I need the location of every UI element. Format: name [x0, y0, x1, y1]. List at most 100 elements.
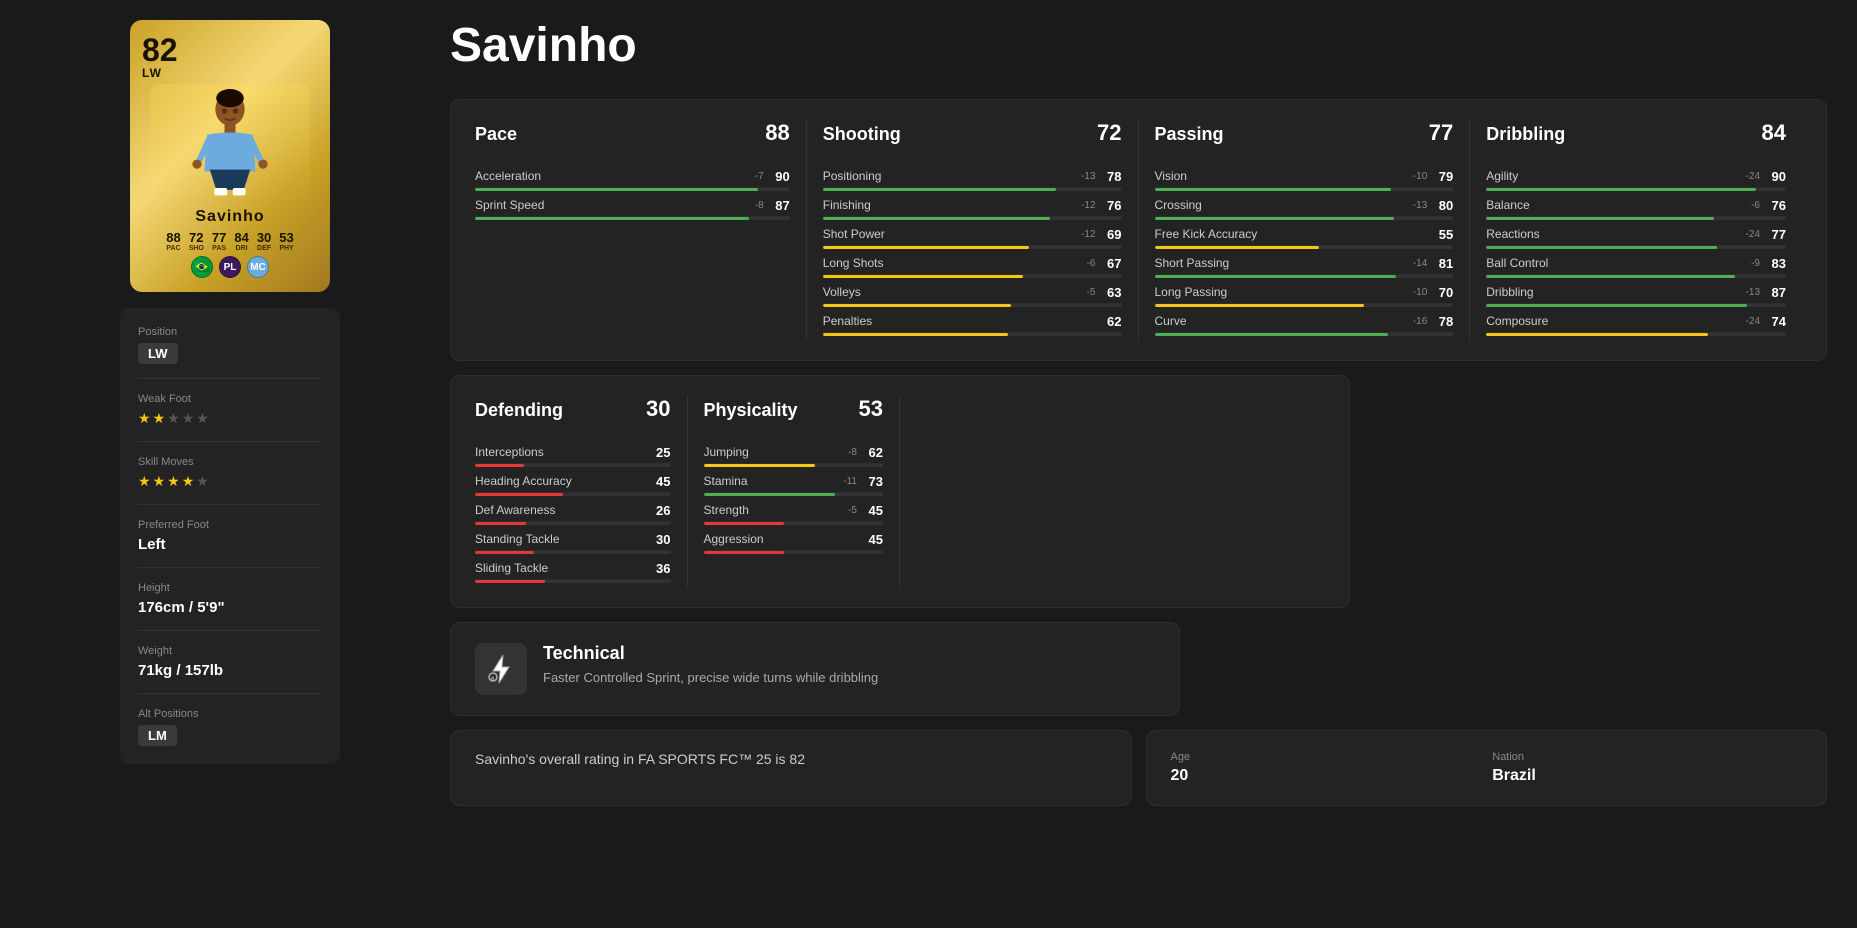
nation-value: Brazil [1492, 767, 1802, 785]
stat-agility: Agility -24 90 [1486, 166, 1786, 191]
weight-label: Weight [138, 645, 322, 657]
stat-volleys: Volleys -5 63 [823, 282, 1122, 307]
category-dribbling: Dribbling 84 Agility -24 90 Balance -6 [1470, 120, 1802, 340]
stat-free-kick-accuracy: Free Kick Accuracy 55 [1155, 224, 1454, 249]
stat-long-passing: Long Passing -10 70 [1155, 282, 1454, 307]
player-info-panel: Position LW Weak Foot ★ ★ ★ ★ ★ Skill Mo… [120, 308, 340, 764]
skill-star-1: ★ [138, 473, 151, 490]
height-value: 176cm / 5'9" [138, 599, 322, 616]
star-5: ★ [196, 410, 209, 427]
flag-brazil: 🇧🇷 [191, 256, 213, 278]
physicality-rating: 53 [859, 396, 883, 422]
separator-2 [138, 441, 322, 442]
passing-rating: 77 [1429, 120, 1453, 146]
stat-reactions: Reactions -24 77 [1486, 224, 1786, 249]
stat-aggression: Aggression 45 [704, 529, 884, 554]
stat-acceleration: Acceleration -7 90 [475, 166, 790, 191]
defending-header: Defending 30 [475, 396, 671, 428]
stat-curve: Curve -16 78 [1155, 311, 1454, 336]
stat-shot-power: Shot Power -12 69 [823, 224, 1122, 249]
card-stats-row: 88 PAC 72 SHO 77 PAS 84 DRI 30 DEF [142, 230, 318, 252]
category-physicality: Physicality 53 Jumping -8 62 Stamina -11 [688, 396, 901, 587]
card-stat-sho: 72 SHO [189, 230, 204, 252]
skill-moves-label: Skill Moves [138, 456, 322, 468]
info-skill-moves: Skill Moves ★ ★ ★ ★ ★ [138, 456, 322, 490]
shooting-header: Shooting 72 [823, 120, 1122, 152]
stat-balance: Balance -6 76 [1486, 195, 1786, 220]
nation-section: Nation Brazil [1492, 751, 1802, 785]
stat-heading-accuracy: Heading Accuracy 45 [475, 471, 671, 496]
defending-rating: 30 [646, 396, 670, 422]
pace-header: Pace 88 [475, 120, 790, 152]
player-card: 82 LW [130, 20, 330, 292]
preferred-foot-label: Preferred Foot [138, 519, 322, 531]
stats-panel-2: Defending 30 Interceptions 25 Heading Ac… [450, 375, 1350, 608]
category-defending: Defending 30 Interceptions 25 Heading Ac… [475, 396, 688, 587]
passing-label: Passing [1155, 124, 1224, 145]
pace-label: Pace [475, 124, 517, 145]
skill-star-5: ★ [196, 473, 209, 490]
star-2: ★ [153, 410, 166, 427]
passing-header: Passing 77 [1155, 120, 1454, 152]
category-pace: Pace 88 Acceleration -7 90 Sprint Speed … [475, 120, 807, 340]
card-overall: 82 [142, 34, 178, 66]
bottom-row: Savinho's overall rating in FA SPORTS FC… [450, 730, 1827, 806]
empty-spacer [900, 396, 1325, 587]
info-height: Height 176cm / 5'9" [138, 582, 322, 616]
card-stat-dri: 84 DRI [234, 230, 248, 252]
weak-foot-stars: ★ ★ ★ ★ ★ [138, 410, 322, 427]
dribbling-rating: 84 [1762, 120, 1786, 146]
category-passing: Passing 77 Vision -10 79 Crossing -13 [1139, 120, 1471, 340]
physicality-label: Physicality [704, 400, 798, 421]
flag-club: MC [247, 256, 269, 278]
info-weak-foot: Weak Foot ★ ★ ★ ★ ★ [138, 393, 322, 427]
stat-dribbling: Dribbling -13 87 [1486, 282, 1786, 307]
position-badge: LW [138, 343, 178, 364]
technical-content: Technical Faster Controlled Sprint, prec… [543, 643, 878, 688]
age-section: Age 20 [1171, 751, 1481, 785]
weight-value: 71kg / 157lb [138, 662, 322, 679]
player-image [150, 84, 310, 204]
star-1: ★ [138, 410, 151, 427]
star-3: ★ [167, 410, 180, 427]
separator-3 [138, 504, 322, 505]
separator-1 [138, 378, 322, 379]
card-stat-pas: 77 PAS [212, 230, 226, 252]
card-stat-pac: 88 PAC [166, 230, 180, 252]
stat-interceptions: Interceptions 25 [475, 442, 671, 467]
info-alt-positions: Alt Positions LM [138, 708, 322, 746]
separator-4 [138, 567, 322, 568]
dribbling-header: Dribbling 84 [1486, 120, 1786, 152]
technical-icon: 6 [475, 643, 527, 695]
main-layout: 82 LW [0, 0, 1857, 826]
skill-star-2: ★ [153, 473, 166, 490]
stat-composure: Composure -24 74 [1486, 311, 1786, 336]
weak-foot-label: Weak Foot [138, 393, 322, 405]
page-title: Savinho [450, 20, 1827, 73]
shooting-label: Shooting [823, 124, 901, 145]
age-label: Age [1171, 751, 1481, 763]
right-column: Savinho Pace 88 Acceleration -7 90 [450, 20, 1827, 806]
card-stat-def: 30 DEF [257, 230, 271, 252]
skill-moves-stars: ★ ★ ★ ★ ★ [138, 473, 322, 490]
position-label: Position [138, 326, 322, 338]
stat-stamina: Stamina -11 73 [704, 471, 884, 496]
info-preferred-foot: Preferred Foot Left [138, 519, 322, 553]
stat-short-passing: Short Passing -14 81 [1155, 253, 1454, 278]
shooting-rating: 72 [1097, 120, 1121, 146]
separator-5 [138, 630, 322, 631]
stat-penalties: Penalties 62 [823, 311, 1122, 336]
star-4: ★ [182, 410, 195, 427]
age-value: 20 [1171, 767, 1481, 785]
stat-long-shots: Long Shots -6 67 [823, 253, 1122, 278]
stat-crossing: Crossing -13 80 [1155, 195, 1454, 220]
overall-rating-card: Savinho's overall rating in FA SPORTS FC… [450, 730, 1132, 806]
technical-description: Faster Controlled Sprint, precise wide t… [543, 668, 878, 688]
player-details-card: Age 20 Nation Brazil [1146, 730, 1828, 806]
left-column: 82 LW [30, 20, 430, 806]
card-position: LW [142, 66, 162, 80]
separator-6 [138, 693, 322, 694]
nation-label: Nation [1492, 751, 1802, 763]
flag-premier-league: PL [219, 256, 241, 278]
card-flags: 🇧🇷 PL MC [142, 256, 318, 278]
